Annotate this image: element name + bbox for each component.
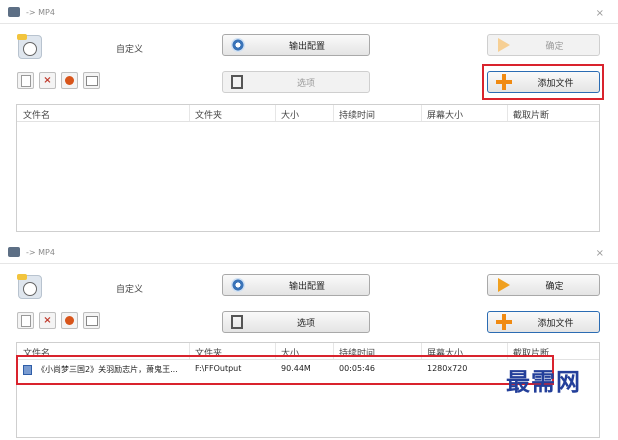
- ok-label: 确定: [545, 41, 564, 52]
- disc-icon: [231, 38, 245, 52]
- film-icon: [231, 75, 243, 89]
- column-header[interactable]: 屏幕大小: [427, 108, 463, 121]
- plus-icon: [496, 314, 512, 330]
- options-button[interactable]: 选项: [222, 71, 370, 93]
- window-title: -> MP4: [26, 7, 55, 17]
- close-icon[interactable]: ×: [596, 8, 604, 19]
- info-button[interactable]: [83, 312, 100, 329]
- play-button[interactable]: [61, 312, 78, 329]
- window-title: -> MP4: [26, 247, 55, 257]
- column-header[interactable]: 大小: [281, 108, 299, 121]
- options-button[interactable]: 选项: [222, 311, 370, 333]
- remove-button[interactable]: ×: [39, 72, 56, 89]
- column-header[interactable]: 文件夹: [195, 108, 222, 121]
- info-button[interactable]: [83, 72, 100, 89]
- options-label: 选项: [296, 318, 315, 329]
- list-icon: [85, 315, 98, 326]
- arrow-right-icon: [498, 278, 510, 292]
- arrow-right-icon: [498, 38, 510, 52]
- output-config-button[interactable]: 输出配置: [222, 34, 370, 56]
- output-config-button[interactable]: 输出配置: [222, 274, 370, 296]
- app-icon: [8, 247, 20, 257]
- title-bar: -> MP4: [8, 4, 55, 20]
- phone-icon[interactable]: [17, 34, 42, 59]
- phone-icon[interactable]: [17, 274, 42, 299]
- close-icon[interactable]: ×: [596, 248, 604, 259]
- title-bar: -> MP4: [8, 244, 55, 260]
- output-config-label: 输出配置: [288, 281, 325, 292]
- film-icon: [231, 315, 243, 329]
- column-header[interactable]: 持续时间: [339, 108, 375, 121]
- record-icon: [65, 76, 74, 85]
- disc-icon: [231, 278, 245, 292]
- play-button[interactable]: [61, 72, 78, 89]
- highlight-add-file: [482, 64, 604, 100]
- ok-button[interactable]: 确定: [487, 274, 600, 296]
- column-header[interactable]: 文件名: [23, 108, 50, 121]
- record-icon: [65, 316, 74, 325]
- delete-icon: ×: [43, 314, 52, 326]
- divider: [0, 263, 618, 264]
- highlight-file-row: [16, 355, 554, 385]
- watermark-logo: 最需网: [506, 367, 581, 396]
- new-file-button[interactable]: [17, 312, 34, 329]
- divider: [0, 23, 618, 24]
- delete-icon: ×: [43, 74, 52, 86]
- document-icon: [20, 314, 31, 327]
- column-header[interactable]: 截取片断: [513, 108, 549, 121]
- profile-label: 自定义: [116, 285, 144, 295]
- add-file-label: 添加文件: [537, 318, 574, 329]
- file-table[interactable]: 文件名 文件夹 大小 持续时间 屏幕大小 截取片断: [16, 104, 600, 232]
- ok-button[interactable]: 确定: [487, 34, 600, 56]
- list-icon: [85, 75, 98, 86]
- ok-label: 确定: [545, 281, 564, 292]
- remove-button[interactable]: ×: [39, 312, 56, 329]
- table-header: 文件名 文件夹 大小 持续时间 屏幕大小 截取片断: [17, 105, 599, 122]
- add-file-button[interactable]: 添加文件: [487, 311, 600, 333]
- output-config-label: 输出配置: [288, 41, 325, 52]
- document-icon: [20, 74, 31, 87]
- options-label: 选项: [296, 78, 315, 89]
- app-icon: [8, 7, 20, 17]
- converter-panel-after: -> MP4 × 自定义 输出配置 选项 确定 添加文件 × 文件名 文件夹 大…: [0, 240, 618, 440]
- profile-label: 自定义: [116, 45, 144, 55]
- converter-panel-before: -> MP4 × 自定义 输出配置 选项 确定 添加文件 × 文件名 文件夹 大…: [0, 0, 618, 232]
- new-file-button[interactable]: [17, 72, 34, 89]
